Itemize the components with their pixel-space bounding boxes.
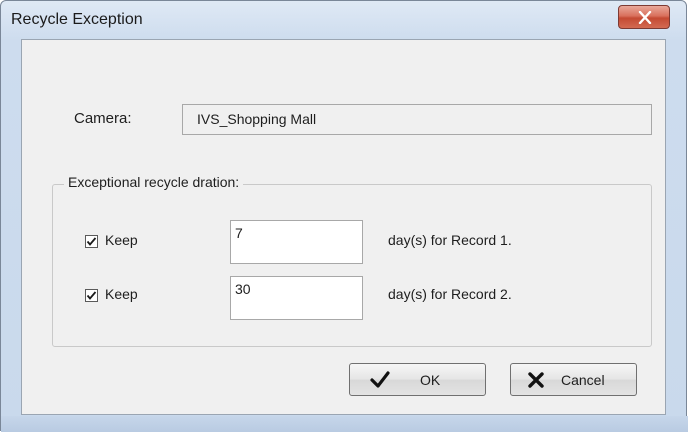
keep-checkbox-record-1[interactable] (85, 235, 98, 248)
days-suffix-record-2: day(s) for Record 2. (388, 286, 512, 302)
group-title: Exceptional recycle dration: (64, 174, 244, 190)
days-suffix-record-1: day(s) for Record 1. (388, 232, 512, 248)
close-button[interactable] (618, 5, 670, 29)
cancel-button-label: Cancel (561, 372, 605, 388)
keep-label-record-1: Keep (105, 232, 138, 248)
camera-field: IVS_Shopping Mall (182, 104, 652, 135)
checkmark-icon (370, 371, 390, 388)
days-input-record-2[interactable]: 30 (230, 276, 363, 320)
camera-label: Camera: (74, 110, 132, 127)
x-icon (528, 372, 544, 388)
dialog-client-area: Camera: IVS_Shopping Mall Exceptional re… (21, 39, 666, 415)
ok-button[interactable]: OK (349, 363, 486, 396)
checkmark-icon (86, 237, 97, 246)
days-input-record-1[interactable]: 7 (230, 220, 363, 264)
cancel-button[interactable]: Cancel (510, 363, 637, 396)
window-title: Recycle Exception (11, 11, 143, 28)
close-icon (638, 11, 652, 24)
title-bar[interactable]: Recycle Exception (1, 1, 686, 41)
keep-label-record-2: Keep (105, 286, 138, 302)
window-bottom-frame (1, 416, 688, 432)
ok-button-label: OK (420, 372, 441, 388)
recycle-duration-group (52, 184, 652, 347)
checkmark-icon (86, 291, 97, 300)
keep-checkbox-record-2[interactable] (85, 289, 98, 302)
